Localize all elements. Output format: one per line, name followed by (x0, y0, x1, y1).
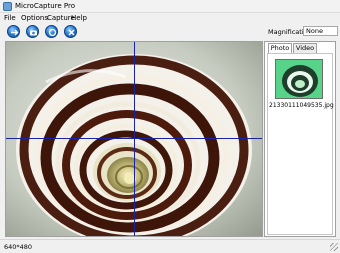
status-bar: 640*480 (0, 239, 340, 253)
photo-list: 21330111049535.jpg (267, 53, 334, 235)
app-icon (3, 2, 12, 11)
title-bar: MicroCapture Pro (0, 0, 340, 13)
thumbnail-image (276, 60, 322, 98)
magnification-field[interactable]: None (303, 26, 338, 36)
photo-thumbnail[interactable] (275, 59, 323, 99)
menu-options[interactable]: Options (21, 14, 48, 22)
stop-button[interactable] (64, 25, 77, 38)
menu-bar: File Options Capture Help (0, 13, 340, 23)
play-button[interactable] (7, 25, 20, 38)
resize-grip-icon[interactable] (330, 243, 338, 251)
crosshair-vertical (134, 42, 135, 236)
menu-file[interactable]: File (4, 14, 16, 22)
arrow-right-icon (11, 29, 19, 36)
thumbnail-filename: 21330111049535.jpg (269, 102, 334, 109)
capture-photo-button[interactable] (26, 25, 39, 38)
close-icon (68, 29, 75, 36)
capture-panel: Photo Video 21330111049535.jpg (264, 41, 336, 237)
record-video-button[interactable] (45, 25, 58, 38)
live-view[interactable] (5, 41, 263, 237)
menu-help[interactable]: Help (71, 14, 87, 22)
record-icon (48, 28, 57, 37)
tab-photo[interactable]: Photo (268, 43, 292, 53)
window-title: MicroCapture Pro (15, 2, 76, 10)
camera-icon (30, 30, 37, 36)
tab-video[interactable]: Video (293, 43, 317, 53)
resolution-status: 640*480 (4, 243, 33, 251)
crosshair-horizontal (6, 138, 262, 139)
